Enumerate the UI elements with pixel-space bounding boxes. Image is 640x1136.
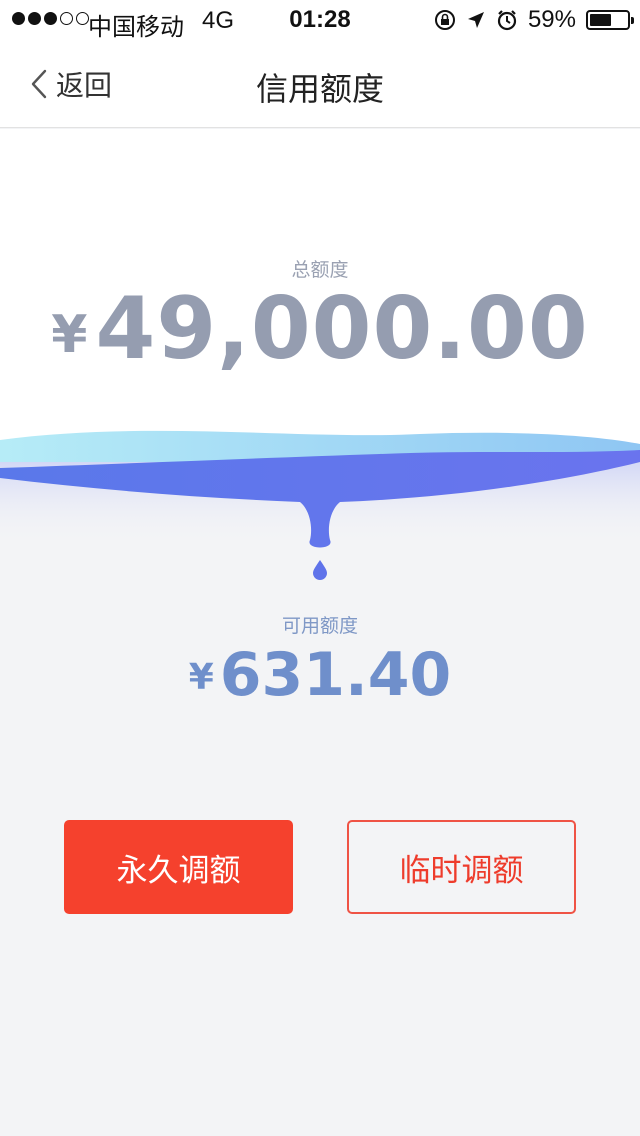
temporary-adjust-button[interactable]: 临时调额 <box>347 820 576 914</box>
total-credit-label: 总额度 <box>291 259 349 281</box>
location-arrow-icon <box>467 12 484 28</box>
page-title: 信用额度 <box>255 70 384 108</box>
available-credit-value: 631.40 <box>219 640 452 710</box>
alarm-icon <box>497 10 517 31</box>
battery-level <box>590 14 612 26</box>
credit-limit-screen: 中国移动 4G 01:28 59% 返回 信用额度 总额度 ¥49,000.00… <box>0 0 640 1136</box>
available-currency-symbol: ¥ <box>188 657 214 698</box>
rotation-lock-icon <box>434 10 455 30</box>
available-credit-amount: ¥631.40 <box>0 640 640 710</box>
total-credit-value: 49,000.00 <box>95 279 589 379</box>
status-bar: 中国移动 4G 01:28 59% <box>0 0 640 41</box>
total-credit-amount: ¥49,000.00 <box>0 279 640 379</box>
status-icons: 59% <box>434 6 634 34</box>
total-currency-symbol: ¥ <box>51 305 88 365</box>
permanent-adjust-button[interactable]: 永久调额 <box>64 820 293 914</box>
available-credit-label: 可用额度 <box>281 615 358 637</box>
battery-icon <box>586 10 634 30</box>
battery-percent: 59% <box>527 6 576 33</box>
nav-bar: 返回 信用额度 <box>0 40 640 128</box>
wave-illustration <box>0 430 640 580</box>
